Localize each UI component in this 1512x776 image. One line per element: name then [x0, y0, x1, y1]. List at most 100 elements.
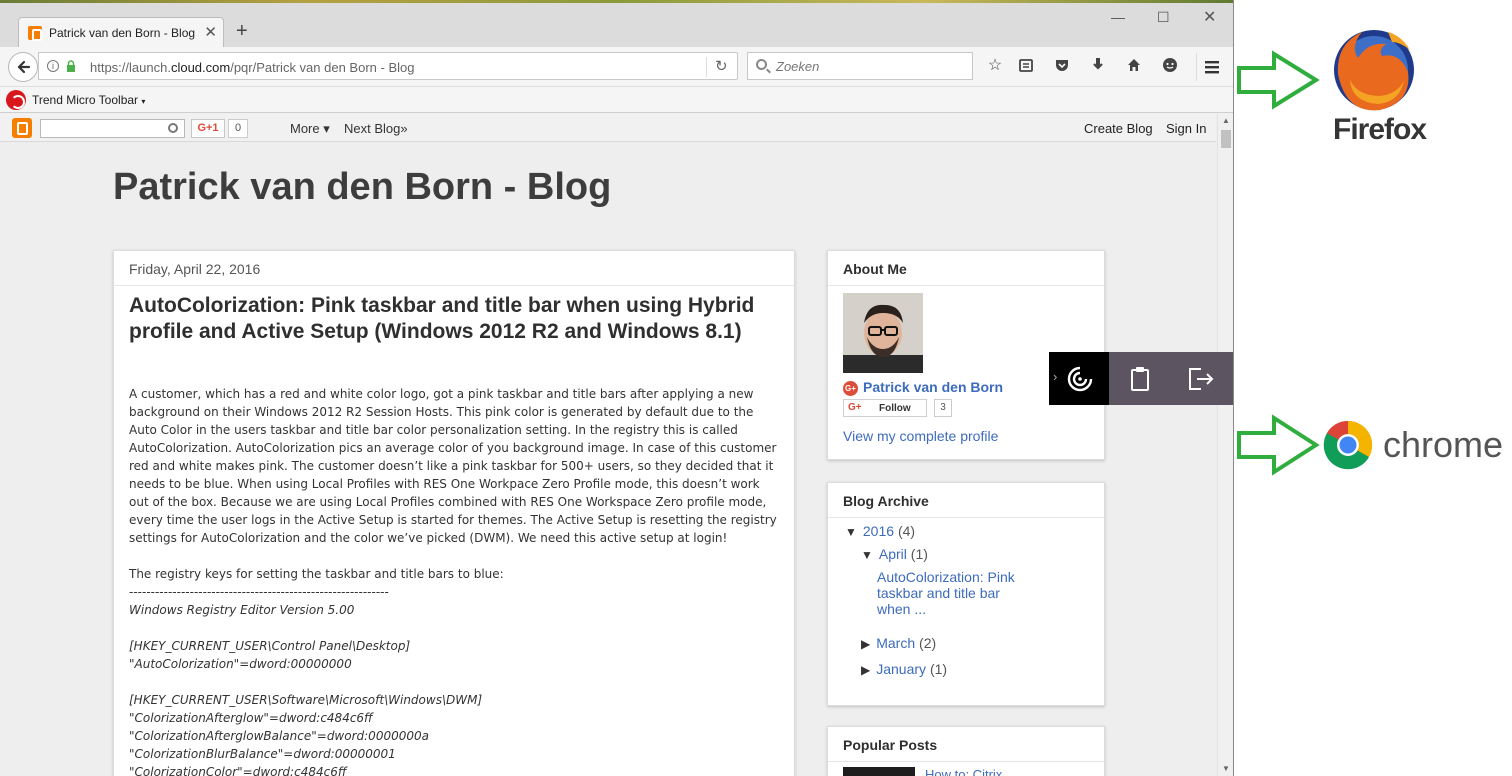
bookmark-star-icon[interactable]: ☆: [986, 57, 1004, 75]
create-blog-link[interactable]: Create Blog: [1084, 121, 1153, 136]
registry-header: Windows Registry Editor Version 5.00: [129, 603, 355, 617]
more-menu[interactable]: More ▾: [290, 121, 330, 137]
info-icon[interactable]: i: [47, 60, 59, 72]
divider: [114, 285, 794, 286]
url-domain: cloud.com: [170, 60, 231, 75]
registry-value: "ColorizationBlurBalance"=dword:00000001: [129, 747, 396, 761]
gplus-icon: G+: [848, 402, 862, 413]
widget-title: About Me: [843, 261, 907, 277]
post-title[interactable]: AutoColorization: Pink taskbar and title…: [129, 293, 769, 345]
widget-title: Blog Archive: [843, 493, 929, 509]
archive-year: 2016: [862, 523, 895, 539]
vertical-scrollbar[interactable]: ▲ ▼: [1217, 114, 1233, 776]
archive-month-count: (1): [910, 546, 928, 562]
archive-year-2016[interactable]: ▼ 2016 (4): [845, 523, 915, 539]
gplus-button[interactable]: G+1: [191, 119, 225, 138]
logout-icon[interactable]: [1187, 366, 1215, 392]
chrome-label: chrome: [1383, 424, 1504, 465]
archive-month: April: [878, 546, 907, 562]
back-button[interactable]: [8, 52, 38, 82]
view-profile-link[interactable]: View my complete profile: [843, 428, 998, 444]
arrow-to-firefox-icon: [1237, 50, 1320, 110]
collapsed-triangle-icon[interactable]: ▶: [861, 637, 870, 651]
firefox-label: Firefox: [1333, 113, 1427, 146]
blog-title[interactable]: Patrick van den Born - Blog: [113, 166, 611, 209]
blogger-logo-icon[interactable]: [12, 118, 32, 138]
profile-photo[interactable]: [843, 293, 923, 373]
gplus-icon: G+: [843, 381, 858, 396]
pocket-icon[interactable]: [1053, 57, 1071, 75]
archive-month-january[interactable]: ▶ January (1): [861, 661, 947, 677]
archive-month-april[interactable]: ▼ April (1): [861, 546, 928, 562]
lock-icon: [67, 60, 75, 72]
archive-month-count: (2): [919, 635, 937, 651]
firefox-logo-icon: [1334, 30, 1414, 111]
blog-search-input[interactable]: [40, 119, 185, 138]
registry-value: "ColorizationAfterglowBalance"=dword:000…: [129, 729, 429, 743]
navigation-bar: i https://launch.cloud.com/pqr/Patrick v…: [0, 47, 1233, 87]
launcher-brand-tile[interactable]: ›: [1049, 352, 1109, 405]
clipboard-icon[interactable]: [1129, 366, 1151, 392]
divider: [828, 285, 1104, 286]
url-path: /pqr/Patrick van den Born - Blog: [230, 60, 415, 75]
registry-intro: The registry keys for setting the taskba…: [129, 567, 504, 581]
scroll-thumb[interactable]: [1221, 130, 1231, 148]
scroll-up-icon[interactable]: ▲: [1222, 116, 1230, 125]
close-tab-icon[interactable]: ✕: [204, 23, 217, 41]
address-bar[interactable]: i https://launch.cloud.com/pqr/Patrick v…: [38, 52, 738, 80]
scroll-down-icon[interactable]: ▼: [1222, 764, 1230, 773]
popular-posts-widget: Popular Posts How to: Citrix: [827, 726, 1105, 776]
chat-icon[interactable]: [1161, 57, 1179, 75]
screenshot-stage: Patrick van den Born - Blog ✕ + — ☐ ✕ i …: [0, 0, 1512, 776]
minimize-icon[interactable]: —: [1111, 9, 1125, 25]
maximize-icon[interactable]: ☐: [1157, 9, 1170, 26]
reading-list-icon[interactable]: [1017, 57, 1035, 75]
registry-value: "AutoColorization"=dword:00000000: [129, 657, 352, 671]
chevron-right-icon[interactable]: ›: [1053, 369, 1057, 384]
trend-micro-logo-icon[interactable]: [6, 90, 26, 110]
sign-in-link[interactable]: Sign In: [1166, 121, 1206, 136]
registry-value: "ColorizationAfterglow"=dword:c484c6ff: [129, 711, 373, 725]
follower-count: 3: [934, 399, 952, 417]
download-icon[interactable]: [1089, 57, 1107, 75]
expanded-triangle-icon[interactable]: ▼: [861, 548, 873, 562]
toolbar-label: Trend Micro Toolbar: [32, 93, 139, 107]
registry-key: [HKEY_CURRENT_USER\Control Panel\Desktop…: [129, 639, 411, 653]
archive-post-link[interactable]: AutoColorization: Pink taskbar and title…: [877, 569, 1037, 617]
floating-launcher-panel: ›: [1049, 352, 1233, 405]
profile-name-link[interactable]: G+ Patrick van den Born: [843, 379, 1003, 396]
tab-bar: Patrick van den Born - Blog ✕ + — ☐ ✕: [0, 3, 1233, 47]
archive-month-count: (1): [929, 661, 948, 677]
url-text: https://launch.cloud.com/pqr/Patrick van…: [90, 60, 414, 75]
next-blog-link[interactable]: Next Blog»: [344, 121, 408, 136]
registry-key: [HKEY_CURRENT_USER\Software\Microsoft\Wi…: [129, 693, 483, 707]
home-icon[interactable]: [1125, 57, 1143, 75]
post-date: Friday, April 22, 2016: [129, 261, 261, 277]
post-paragraph: A customer, which has a red and white co…: [129, 387, 777, 545]
trend-micro-toolbar: Trend Micro Toolbar ▾: [0, 87, 1233, 113]
widget-title: Popular Posts: [843, 737, 938, 753]
search-icon[interactable]: [168, 123, 178, 133]
popular-post-thumbnail[interactable]: [843, 767, 915, 776]
close-window-icon[interactable]: ✕: [1203, 7, 1216, 27]
follow-button[interactable]: G+ Follow: [843, 399, 927, 417]
search-placeholder: Zoeken: [776, 59, 820, 74]
menu-icon: [1204, 61, 1219, 74]
expanded-triangle-icon[interactable]: ▼: [845, 525, 857, 539]
collapsed-triangle-icon[interactable]: ▶: [861, 663, 870, 677]
blogger-navbar: G+1 0 More ▾ Next Blog» Create Blog Sign…: [0, 114, 1216, 142]
trend-micro-toolbar-menu[interactable]: Trend Micro Toolbar ▾: [32, 93, 145, 107]
archive-month-march[interactable]: ▶ March (2): [861, 635, 936, 651]
tab-title: Patrick van den Born - Blog: [49, 26, 196, 40]
tab-blog[interactable]: Patrick van den Born - Blog ✕: [18, 17, 224, 47]
chrome-logo-icon: [1323, 420, 1373, 470]
arrow-to-chrome-icon: [1237, 414, 1320, 476]
search-input[interactable]: Zoeken: [747, 52, 973, 80]
divider: [828, 517, 1104, 518]
url-prefix: https://launch.: [90, 60, 171, 75]
menu-button[interactable]: [1196, 53, 1226, 81]
page-content: G+1 0 More ▾ Next Blog» Create Blog Sign…: [0, 114, 1233, 776]
new-tab-button[interactable]: +: [236, 21, 248, 41]
popular-post-link[interactable]: How to: Citrix: [925, 767, 1002, 776]
reload-icon[interactable]: ↻: [715, 57, 728, 75]
